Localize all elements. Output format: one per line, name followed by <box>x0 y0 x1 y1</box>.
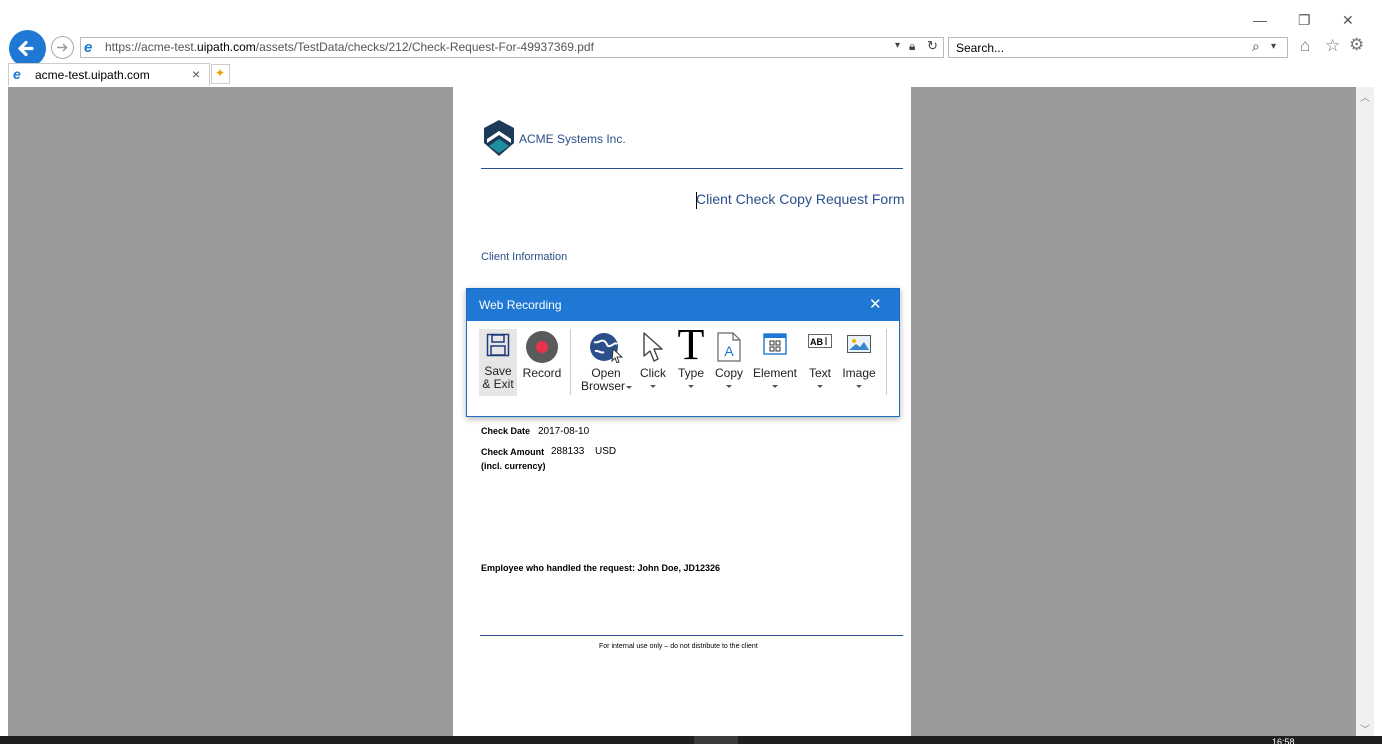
taskbar-active-item[interactable] <box>694 736 738 744</box>
save-label-line1: Save <box>484 364 512 378</box>
section-client-information: Client Information <box>481 251 568 263</box>
check-currency: USD <box>595 446 617 457</box>
taskbar: 16:58 <box>0 736 1382 744</box>
element-caret-icon[interactable] <box>772 385 778 388</box>
cursor-arrow-icon <box>643 332 663 362</box>
home-icon[interactable]: ⌂ <box>1300 36 1310 56</box>
save-exit-button[interactable]: Save & Exit <box>479 329 517 396</box>
copy-label: Copy <box>714 366 743 380</box>
footer-note: For internal use only – do not distribut… <box>599 643 758 650</box>
copy-button[interactable]: A Copy <box>712 329 746 399</box>
save-label-line2: & Exit <box>482 377 514 391</box>
new-tab-icon: ✦ <box>215 66 226 80</box>
search-input[interactable]: Search... <box>956 41 1004 55</box>
open-browser-caret-icon[interactable] <box>626 386 632 389</box>
web-recording-panel: Web Recording ✕ Save & Exit Record Open … <box>466 288 900 417</box>
toolbar-end-separator <box>886 329 887 395</box>
settings-gear-icon[interactable]: ⚙ <box>1349 35 1364 55</box>
favorites-star-icon[interactable]: ☆ <box>1325 36 1340 56</box>
image-caret-icon[interactable] <box>856 385 862 388</box>
close-window-icon[interactable]: ✕ <box>1342 12 1354 29</box>
url-text[interactable]: https://acme-test.uipath.com/assets/Test… <box>105 40 594 54</box>
recorder-header: Web Recording ✕ <box>467 289 899 321</box>
text-label: Text <box>808 366 831 380</box>
forward-arrow-icon <box>57 43 68 52</box>
acme-logo-icon <box>484 120 514 156</box>
click-label: Click <box>640 366 666 380</box>
svg-text:AB: AB <box>810 337 823 347</box>
copy-document-icon: A <box>717 332 741 362</box>
toolbar-separator <box>570 329 571 395</box>
back-arrow-icon <box>18 40 34 57</box>
lock-icon[interactable]: 🔒︎ <box>909 39 915 54</box>
element-label: Element <box>752 366 798 380</box>
image-label: Image <box>842 366 876 380</box>
tab-title: acme-test.uipath.com <box>35 68 150 82</box>
check-amount-label: Check Amount <box>481 447 545 457</box>
type-caret-icon[interactable] <box>688 385 694 388</box>
element-window-icon <box>763 333 787 355</box>
image-picture-icon <box>847 335 871 353</box>
record-label: Record <box>522 366 562 380</box>
text-field-icon: AB <box>808 334 832 348</box>
scroll-down-icon[interactable]: ﹀ <box>1360 721 1370 736</box>
click-caret-icon[interactable] <box>650 385 656 388</box>
address-bar[interactable]: e https://acme-test.uipath.com/assets/Te… <box>80 37 944 58</box>
open-browser-label-line1: Open <box>591 366 621 380</box>
incl-currency-label: (incl. currency) <box>481 461 546 471</box>
scroll-up-icon[interactable]: ︿ <box>1360 89 1370 104</box>
search-icon[interactable]: ⌕ <box>1252 38 1260 55</box>
copy-caret-icon[interactable] <box>726 385 732 388</box>
open-browser-button[interactable]: Open Browser <box>579 329 633 399</box>
taskbar-clock: 16:58 <box>1272 738 1295 744</box>
recorder-title: Web Recording <box>479 298 562 312</box>
recorder-close-icon[interactable]: ✕ <box>869 295 882 313</box>
search-dropdown-icon[interactable]: ▾ <box>1271 41 1276 52</box>
tab-active[interactable]: e acme-test.uipath.com × <box>8 63 210 86</box>
record-button[interactable]: Record <box>521 329 563 389</box>
click-button[interactable]: Click <box>637 329 669 399</box>
image-button[interactable]: Image <box>839 329 879 399</box>
vertical-scrollbar[interactable]: ︿ ﹀ <box>1356 87 1374 736</box>
type-button[interactable]: T Type <box>675 323 707 399</box>
check-amount-value: 288133 <box>551 446 585 457</box>
save-disk-icon <box>486 333 510 357</box>
restore-icon[interactable]: ❐ <box>1298 12 1311 29</box>
search-box[interactable]: Search... ⌕ ▾ <box>948 37 1288 58</box>
tab-close-icon[interactable]: × <box>192 66 200 82</box>
refresh-icon[interactable]: ↻ <box>927 38 938 54</box>
minimize-icon[interactable]: — <box>1253 12 1267 28</box>
svg-text:A: A <box>724 343 734 359</box>
company-name: ACME Systems Inc. <box>519 132 626 146</box>
tab-ie-icon: e <box>13 66 21 82</box>
form-title: Client Check Copy Request Form <box>696 191 905 207</box>
employee-line: Employee who handled the request: John D… <box>481 563 721 573</box>
header-divider <box>481 168 903 169</box>
text-caret-icon[interactable] <box>817 385 823 388</box>
check-date-value: 2017-08-10 <box>538 426 590 437</box>
element-button[interactable]: Element <box>751 329 799 399</box>
tab-bar: e acme-test.uipath.com × ✦ <box>8 63 1374 86</box>
type-t-icon: T <box>677 320 705 369</box>
ie-logo-icon: e <box>84 39 93 56</box>
globe-cursor-icon <box>590 333 623 363</box>
footer-divider <box>480 635 903 636</box>
back-button[interactable] <box>9 30 46 67</box>
dropdown-icon[interactable]: ▾ <box>895 40 900 51</box>
new-tab-button[interactable]: ✦ <box>211 64 230 84</box>
text-button[interactable]: AB Text <box>805 329 835 399</box>
open-browser-label-line2: Browser <box>580 379 625 393</box>
record-icon <box>526 331 558 363</box>
type-label: Type <box>677 366 704 380</box>
check-date-label: Check Date <box>481 426 531 436</box>
forward-button[interactable] <box>51 36 74 59</box>
